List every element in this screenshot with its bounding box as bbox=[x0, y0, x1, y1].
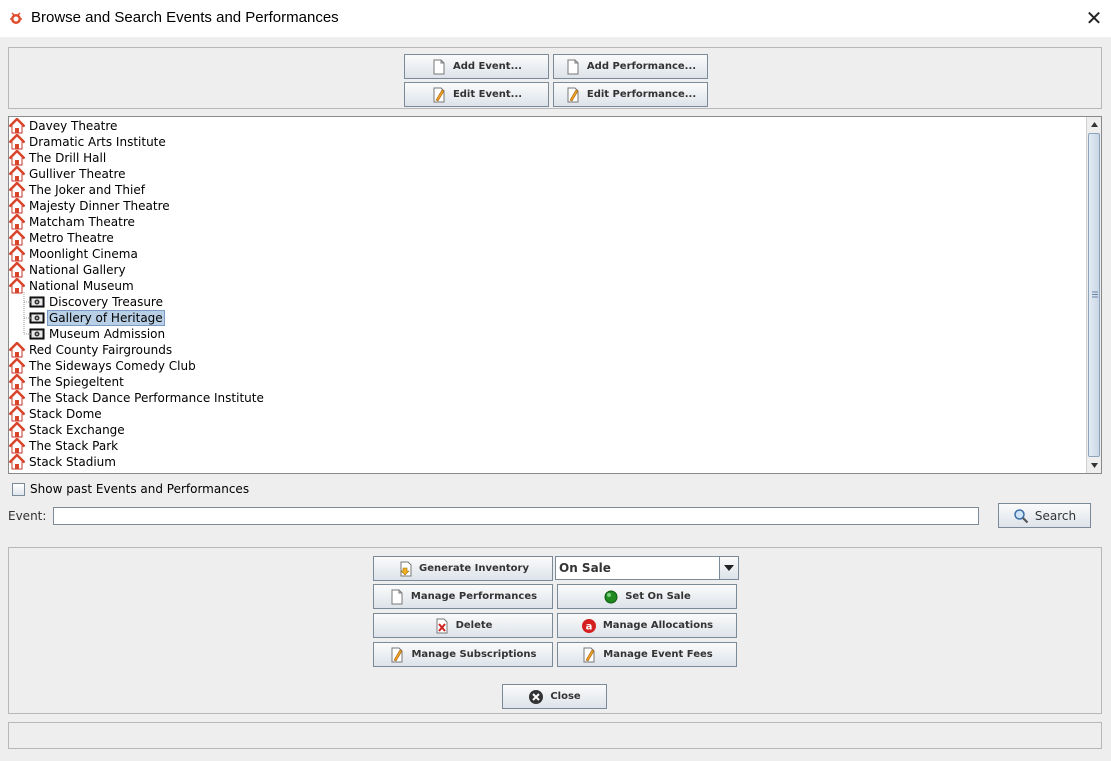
edit-performance-button[interactable]: Edit Performance... bbox=[553, 82, 708, 107]
document-icon bbox=[567, 59, 579, 74]
tree-node-label: Red County Fairgrounds bbox=[29, 343, 173, 357]
window-title: Browse and Search Events and Performance… bbox=[31, 9, 339, 26]
scroll-up-arrow-icon[interactable] bbox=[1087, 117, 1102, 132]
event-search-input[interactable] bbox=[53, 507, 979, 525]
manage-event-fees-label: Manage Event Fees bbox=[603, 649, 713, 660]
manage-allocations-button[interactable]: a Manage Allocations bbox=[557, 613, 737, 638]
set-on-sale-button[interactable]: Set On Sale bbox=[557, 584, 737, 609]
document-icon bbox=[391, 589, 403, 604]
magnifier-icon bbox=[1014, 508, 1029, 523]
edit-event-label: Edit Event... bbox=[452, 89, 523, 100]
venue-event-tree[interactable]: Davey Theatre Dramatic Arts Institute The … bbox=[8, 116, 1102, 474]
tree-connector-lines bbox=[23, 292, 31, 335]
tree-node-label: Gallery of Heritage bbox=[47, 310, 165, 326]
close-button[interactable]: Close bbox=[502, 684, 607, 709]
delete-label: Delete bbox=[455, 620, 493, 631]
chevron-down-icon[interactable] bbox=[719, 557, 738, 579]
tree-node-label: The Sideways Comedy Club bbox=[29, 359, 196, 373]
status-dropdown[interactable]: On Sale bbox=[555, 556, 739, 580]
tree-node-label: The Stack Dance Performance Institute bbox=[29, 391, 264, 405]
event-field-label: Event: bbox=[8, 509, 47, 523]
show-past-checkbox[interactable] bbox=[12, 482, 25, 496]
set-on-sale-label: Set On Sale bbox=[625, 591, 691, 602]
manage-event-fees-button[interactable]: Manage Event Fees bbox=[557, 642, 737, 667]
scrollbar-thumb[interactable] bbox=[1088, 133, 1100, 457]
tree-scrollbar[interactable] bbox=[1086, 117, 1101, 473]
edit-pencil-icon bbox=[583, 647, 595, 662]
show-past-label: Show past Events and Performances bbox=[30, 482, 250, 496]
add-event-label: Add Event... bbox=[453, 61, 522, 72]
window-close-icon[interactable]: ✕ bbox=[1081, 6, 1107, 30]
delete-button[interactable]: Delete bbox=[373, 613, 553, 638]
app-bug-icon bbox=[10, 12, 22, 24]
add-event-button[interactable]: Add Event... bbox=[404, 54, 549, 79]
show-past-checkbox-row[interactable]: Show past Events and Performances bbox=[12, 482, 249, 496]
svg-text:a: a bbox=[585, 621, 592, 632]
generate-inventory-button[interactable]: Generate Inventory bbox=[373, 556, 553, 581]
close-label: Close bbox=[550, 691, 581, 702]
edit-pencil-icon bbox=[391, 647, 403, 662]
edit-pencil-icon bbox=[433, 87, 445, 102]
edit-event-button[interactable]: Edit Event... bbox=[404, 82, 549, 107]
manage-allocations-label: Manage Allocations bbox=[602, 620, 714, 631]
add-performance-label: Add Performance... bbox=[586, 61, 697, 72]
status-dropdown-value: On Sale bbox=[559, 561, 611, 575]
tree-node-label: Museum Admission bbox=[49, 327, 166, 341]
delete-x-icon bbox=[436, 618, 448, 633]
inventory-download-icon bbox=[400, 561, 412, 576]
green-dot-icon bbox=[604, 590, 618, 603]
grip-icon bbox=[1092, 291, 1098, 298]
tree-event-node[interactable]: Museum Admission bbox=[29, 326, 167, 342]
edit-performance-label: Edit Performance... bbox=[586, 89, 697, 100]
manage-performances-label: Manage Performances bbox=[410, 591, 538, 602]
tree-event-node[interactable]: Discovery Treasure bbox=[29, 294, 165, 310]
close-circle-icon bbox=[529, 689, 544, 704]
search-label: Search bbox=[1034, 508, 1077, 523]
edit-pencil-icon bbox=[567, 87, 579, 102]
status-bar bbox=[8, 722, 1102, 749]
manage-subscriptions-label: Manage Subscriptions bbox=[411, 649, 537, 660]
manage-subscriptions-button[interactable]: Manage Subscriptions bbox=[373, 642, 553, 667]
scroll-down-arrow-icon[interactable] bbox=[1087, 458, 1102, 473]
allocations-icon: a bbox=[581, 618, 596, 633]
generate-inventory-label: Generate Inventory bbox=[419, 563, 529, 574]
tree-node-label: Discovery Treasure bbox=[49, 295, 163, 309]
manage-performances-button[interactable]: Manage Performances bbox=[373, 584, 553, 609]
search-button[interactable]: Search bbox=[998, 503, 1091, 528]
add-performance-button[interactable]: Add Performance... bbox=[553, 54, 708, 79]
title-bar: Browse and Search Events and Performance… bbox=[0, 0, 1111, 37]
tree-event-node[interactable]: Gallery of Heritage bbox=[29, 310, 165, 326]
document-icon bbox=[433, 59, 445, 74]
